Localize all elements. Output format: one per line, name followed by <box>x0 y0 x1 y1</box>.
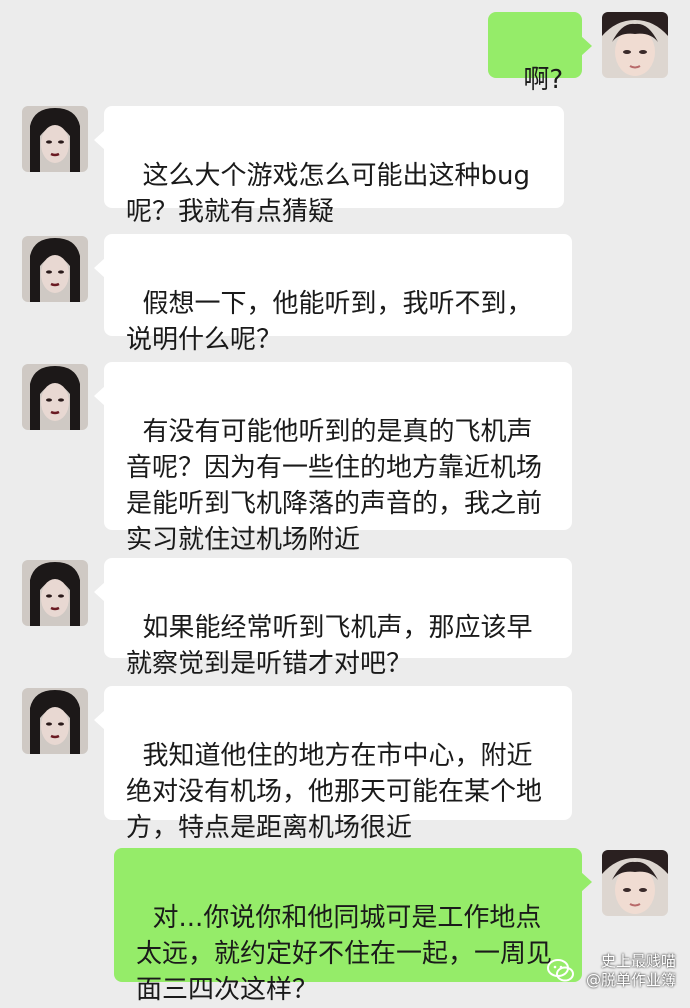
watermark: 史上最贱喵 @脱单作业簿 <box>546 952 676 990</box>
self-avatar[interactable] <box>602 850 668 916</box>
message-text: 我知道他住的地方在市中心，附近绝对没有机场，他那天可能在某个地方，特点是距离机场… <box>126 741 543 843</box>
contact-avatar[interactable] <box>22 236 88 302</box>
watermark-line-1: 史上最贱喵 <box>600 952 676 970</box>
message-bubble-outgoing[interactable]: 啊? <box>488 12 592 95</box>
message-bubble-outgoing[interactable]: 对...你说你和他同城可是工作地点太远，就约定好不住在一起，一周见面三四次这样？ <box>114 848 592 1005</box>
contact-avatar[interactable] <box>22 364 88 430</box>
message-bubble-incoming[interactable]: 假想一下，他能听到，我听不到，说明什么呢？ <box>94 234 572 355</box>
message-text: 这么大个游戏怎么可能出这种bug呢？我就有点猜疑 <box>126 161 531 227</box>
message-bubble-incoming[interactable]: 我知道他住的地方在市中心，附近绝对没有机场，他那天可能在某个地方，特点是距离机场… <box>94 686 572 843</box>
message-bubble-incoming[interactable]: 如果能经常听到飞机声，那应该早就察觉到是听错才对吧？ <box>94 558 572 679</box>
contact-avatar[interactable] <box>22 106 88 172</box>
message-text: 假想一下，他能听到，我听不到，说明什么呢？ <box>126 289 533 355</box>
self-avatar[interactable] <box>602 12 668 78</box>
message-text: 有没有可能他听到的是真的飞机声音呢？因为有一些住的地方靠近机场是能听到飞机降落的… <box>126 417 543 555</box>
watermark-line-2: @脱单作业簿 <box>585 971 676 989</box>
contact-avatar[interactable] <box>22 688 88 754</box>
message-text: 啊? <box>523 65 564 95</box>
contact-avatar[interactable] <box>22 560 88 626</box>
message-bubble-incoming[interactable]: 这么大个游戏怎么可能出这种bug呢？我就有点猜疑 <box>94 106 564 227</box>
message-text: 如果能经常听到飞机声，那应该早就察觉到是听错才对吧？ <box>126 613 533 679</box>
wechat-icon <box>546 959 574 982</box>
message-bubble-incoming[interactable]: 有没有可能他听到的是真的飞机声音呢？因为有一些住的地方靠近机场是能听到飞机降落的… <box>94 362 572 555</box>
message-text: 对...你说你和他同城可是工作地点太远，就约定好不住在一起，一周见面三四次这样？ <box>136 903 553 1005</box>
